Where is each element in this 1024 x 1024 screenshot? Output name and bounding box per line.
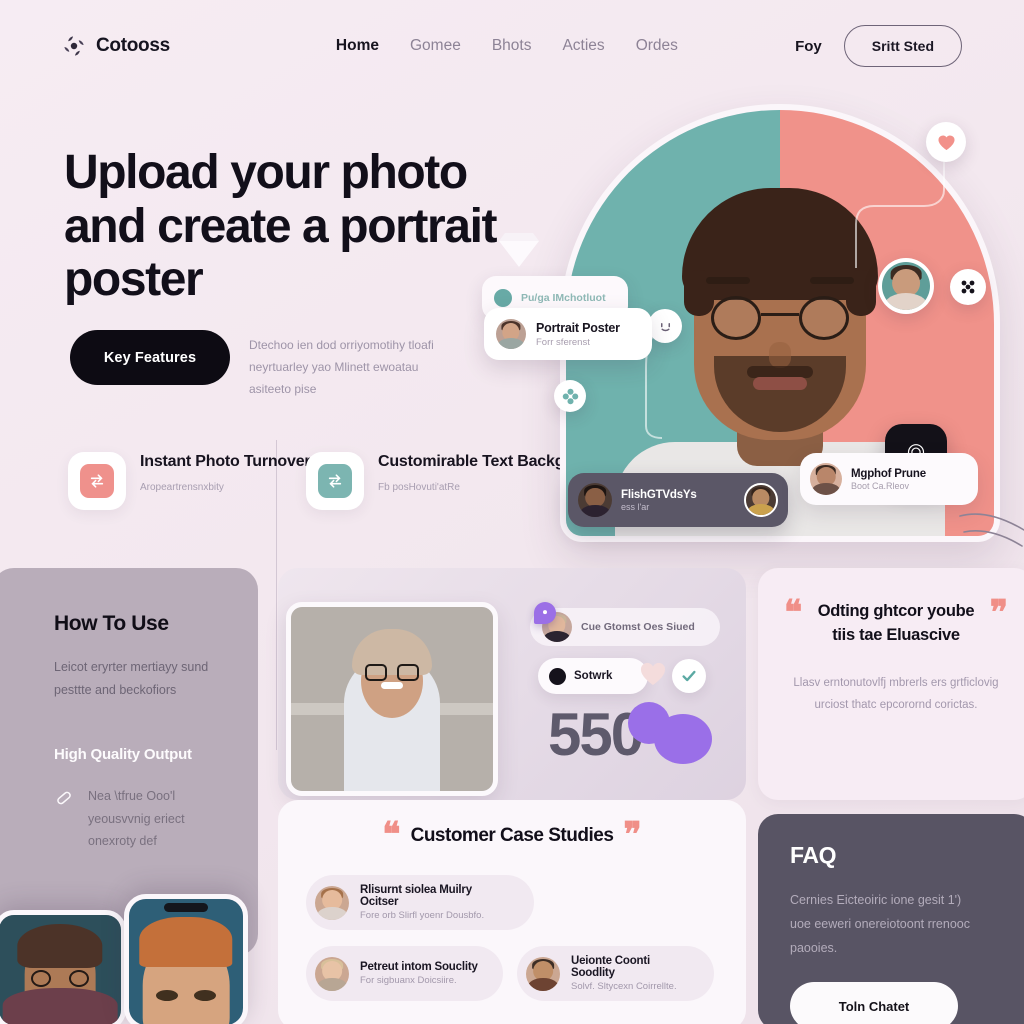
avatar-badge[interactable] [878, 258, 934, 314]
landing-page: Cotooss Home Gomee Bhots Acties Ordes Fo… [0, 0, 1024, 1024]
quote-left-icon: ❝ [382, 817, 401, 854]
case-title: Rlisurnt siolea Muilry Ocitser [360, 884, 472, 909]
feature-icon-tile [68, 452, 126, 510]
phone-mockup-right[interactable] [124, 894, 248, 1024]
purple-blob-decoration [654, 714, 712, 764]
quote-right-icon: ❞ [623, 817, 642, 854]
nav-link-home[interactable]: Home [336, 37, 379, 55]
quote-right-icon: ❞ [989, 595, 1008, 632]
case-sub: Solvf. Sltycexn Coirrellte. [571, 981, 677, 993]
case-sub: For sigbuanx Doicsiire. [360, 975, 457, 987]
cases-title: Customer Case Studies [410, 824, 614, 846]
case-row-secondary: Petreut intom Souclity For sigbuanx Doic… [306, 946, 746, 1002]
case-title: Petreut intom Souclity [360, 961, 478, 974]
pin-icon [534, 602, 556, 624]
arrow-swap-icon [318, 464, 352, 498]
avatar [315, 956, 349, 991]
quote-left-icon: ❝ [784, 595, 803, 632]
center-photo-card[interactable] [286, 602, 498, 796]
faq-panel: FAQ Cernies Eicteoiric ione gesit 1') uo… [758, 814, 1024, 1024]
avatar [810, 463, 842, 495]
list-item[interactable]: Rlisurnt siolea Muilry Ocitser Fore orb … [306, 875, 534, 931]
list-item[interactable]: Petreut intom Souclity For sigbuanx Doic… [306, 946, 503, 1002]
light-strip-title: Mgphof Prune [851, 467, 926, 480]
heart-icon[interactable] [926, 122, 966, 162]
brand-logo[interactable]: Cotooss [62, 34, 170, 58]
status-dot-icon [494, 289, 512, 307]
squiggle-decoration [959, 513, 1024, 547]
avatar [526, 956, 560, 991]
case-study-chip-label: Cue Gtomst Oes Siued [581, 621, 695, 633]
feature-desc: Aropeartrensnxbity [140, 481, 224, 493]
diamond-icon [497, 229, 541, 269]
quote-title: Odting ghtcor yoube tiis tae Eluascive [817, 602, 975, 644]
how-to-use-item-text: Nea \tfrue Ooo'l yeousvvnig eriect onexr… [88, 789, 185, 848]
avatar [882, 262, 930, 310]
how-to-use-description: Leicot eryrter mertiayy sund pesttte and… [54, 660, 209, 698]
pencil-icon [54, 787, 74, 807]
feature-icon-tile [306, 452, 364, 510]
hero-visual: Pu/ga IMchotluot Portrait Poster Forr sf… [482, 104, 1024, 547]
dark-strip-title: FlishGTVdsYs [621, 488, 697, 501]
software-chip-label: Sotwrk [574, 670, 613, 682]
faq-chat-button[interactable]: Toln Chatet [790, 982, 958, 1024]
faq-title: FAQ [790, 842, 837, 868]
faq-body: Cernies Eicteoiric ione gesit 1') uoe ee… [790, 893, 970, 955]
nav-link-gomee[interactable]: Gomee [410, 37, 461, 55]
pinwheel-cube-icon [62, 34, 86, 58]
mini-card-top-label: Pu/ga IMchotluot [521, 292, 606, 304]
how-to-use-title: How To Use [54, 612, 169, 635]
quote-body: Llasv erntonutovlfj mbrerls ers grtficlo… [793, 676, 999, 712]
case-title: Ueionte Coonti Soodlity [571, 955, 650, 980]
software-chip[interactable]: Sotwrk [538, 658, 648, 694]
mini-card-sub: Forr sferenst [536, 336, 590, 348]
testimonial-quote-panel: ❝ Odting ghtcor yoube tiis tae Eluascive… [758, 568, 1024, 800]
brand-name: Cotooss [96, 35, 170, 56]
high-quality-output-title: High Quality Output [54, 746, 192, 764]
cases-header: ❝ Customer Case Studies ❞ [278, 817, 746, 854]
hero-dark-strip-card[interactable]: FlishGTVdsYs ess l'ar [568, 473, 788, 527]
dots-icon[interactable] [950, 269, 986, 305]
how-to-use-item: Nea \tfrue Ooo'l yeousvvnig eriect onexr… [54, 785, 258, 852]
check-circle-icon [672, 659, 706, 693]
case-row-primary: Rlisurnt siolea Muilry Ocitser Fore orb … [306, 875, 746, 931]
key-features-button[interactable]: Key Features [70, 330, 230, 385]
arrow-swap-icon [80, 464, 114, 498]
feature-card-instant-photo[interactable]: Instant Photo Turnover Aropeartrensnxbit… [68, 452, 311, 510]
nav-plain-link[interactable]: Foy [795, 38, 822, 55]
case-study-chip[interactable]: Cue Gtomst Oes Siued [530, 608, 720, 646]
get-started-button[interactable]: Sritt Sted [843, 25, 962, 67]
avatar [744, 483, 778, 517]
avatar [315, 885, 349, 920]
light-strip-sub: Boot Ca.Rleov [851, 480, 910, 491]
list-item[interactable]: Ueionte Coonti Soodlity Solvf. Sltycexn … [517, 946, 714, 1002]
quote-header: ❝ Odting ghtcor yoube tiis tae Eluascive… [784, 595, 1008, 648]
flower-icon[interactable] [554, 380, 586, 412]
page-title: Upload your photo and create a portrait … [64, 146, 497, 307]
avatar [496, 319, 526, 349]
customer-case-studies-panel: ❝ Customer Case Studies ❞ Rlisurnt siole… [278, 800, 746, 1024]
phone-notch [164, 903, 208, 912]
feature-title: Instant Photo Turnover [140, 453, 311, 470]
stat-big-number: 550 [548, 701, 644, 768]
navbar: Cotooss Home Gomee Bhots Acties Ordes Fo… [0, 0, 1024, 92]
hero-mini-card-portrait-poster[interactable]: Portrait Poster Forr sferenst [484, 308, 652, 360]
case-sub: Fore orb Slirfl yoenr Dousbfo. [360, 910, 485, 922]
nav-actions: Foy Sritt Sted [795, 25, 962, 67]
dot-dark-icon [549, 667, 566, 685]
nav-link-acties[interactable]: Acties [562, 37, 604, 55]
heart-ghost-icon [640, 662, 666, 686]
hero-light-strip-card[interactable]: Mgphof Prune Boot Ca.Rleov [800, 453, 978, 505]
mini-card-title: Portrait Poster [536, 320, 620, 335]
nav-link-bhots[interactable]: Bhots [492, 37, 532, 55]
nav-link-ordes[interactable]: Ordes [636, 37, 678, 55]
dark-strip-sub: ess l'ar [621, 501, 650, 512]
nav-links: Home Gomee Bhots Acties Ordes [336, 37, 678, 55]
avatar [578, 483, 612, 517]
connector-wire-right [855, 156, 945, 268]
hero-subtext: Dtechoo ien dod orriyomotihy tloafi neyr… [249, 338, 434, 396]
phone-mockup-left[interactable] [0, 910, 126, 1024]
smiley-icon[interactable] [648, 309, 682, 343]
